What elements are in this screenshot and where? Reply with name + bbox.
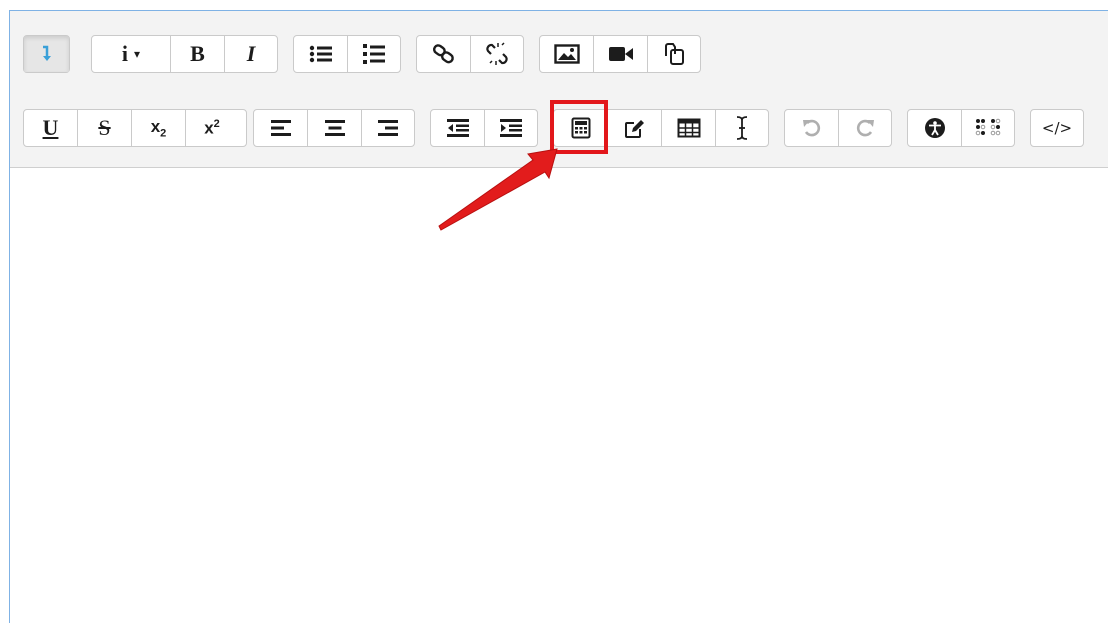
subscript-button[interactable]: x2 xyxy=(132,110,186,146)
braille-icon xyxy=(975,118,1001,138)
insert-media-button[interactable] xyxy=(594,36,648,72)
link-icon xyxy=(432,43,456,65)
strikethrough-icon: S xyxy=(98,115,111,140)
text-cursor-icon xyxy=(735,115,749,141)
insert-group xyxy=(553,109,769,147)
bold-icon: B xyxy=(190,41,205,66)
italic-button[interactable]: I xyxy=(225,36,277,72)
accessibility-group xyxy=(907,109,1015,147)
html-source-button[interactable]: </> xyxy=(1031,110,1083,146)
paragraph-style-icon: i xyxy=(121,41,129,66)
unordered-list-button[interactable] xyxy=(294,36,348,72)
paragraph-style-button[interactable]: i ▾ xyxy=(92,36,171,72)
accessibility-checker-button[interactable] xyxy=(908,110,962,146)
strikethrough-button[interactable]: S xyxy=(78,110,132,146)
link-group xyxy=(416,35,524,73)
editor-toolbar: i ▾ B I U S x2 x2 </> xyxy=(10,11,1108,168)
unlink-button[interactable] xyxy=(471,36,523,72)
html-group: </> xyxy=(1030,109,1084,147)
redo-button[interactable] xyxy=(839,110,891,146)
indent-button[interactable] xyxy=(485,110,537,146)
superscript-icon: x2 xyxy=(204,117,220,138)
ordered-list-icon xyxy=(362,43,386,65)
align-group xyxy=(253,109,415,147)
toolbar-row-2: U S x2 x2 </> xyxy=(10,109,1108,147)
collapse-group xyxy=(23,35,70,73)
subscript-icon: x2 xyxy=(150,116,167,140)
equation-editor-button[interactable] xyxy=(554,110,608,146)
indent-group xyxy=(430,109,538,147)
image-icon xyxy=(553,44,580,64)
link-button[interactable] xyxy=(417,36,471,72)
clear-formatting-button[interactable] xyxy=(716,110,768,146)
outdent-button[interactable] xyxy=(431,110,485,146)
superscript-button[interactable]: x2 xyxy=(186,110,238,146)
toolbar-row-1: i ▾ B I xyxy=(10,35,1108,73)
align-left-icon xyxy=(270,119,292,137)
collapse-arrow-icon xyxy=(41,45,53,63)
outdent-icon xyxy=(446,118,470,138)
align-right-icon xyxy=(377,119,399,137)
align-left-button[interactable] xyxy=(254,110,308,146)
italic-icon: I xyxy=(246,41,256,66)
insert-image-button[interactable] xyxy=(540,36,594,72)
chevron-down-icon: ▾ xyxy=(134,47,141,61)
ordered-list-button[interactable] xyxy=(348,36,400,72)
special-character-button[interactable] xyxy=(608,110,662,146)
list-group xyxy=(293,35,401,73)
undo-button[interactable] xyxy=(785,110,839,146)
history-group xyxy=(784,109,892,147)
collapse-toolbar-button[interactable] xyxy=(24,36,69,72)
undo-icon xyxy=(801,117,823,139)
screenreader-helper-button[interactable] xyxy=(962,110,1014,146)
table-icon xyxy=(677,118,701,138)
bold-button[interactable]: B xyxy=(171,36,225,72)
editor-content-area[interactable] xyxy=(10,168,1108,623)
style-group: i ▾ B I xyxy=(91,35,278,73)
align-center-icon xyxy=(324,119,346,137)
indent-icon xyxy=(499,118,523,138)
underline-button[interactable]: U xyxy=(24,110,78,146)
video-camera-icon xyxy=(608,45,634,63)
code-icon: </> xyxy=(1041,119,1073,137)
text-format-group: U S x2 x2 xyxy=(23,109,247,147)
align-right-button[interactable] xyxy=(362,110,414,146)
copy-files-icon xyxy=(662,42,686,66)
insert-table-button[interactable] xyxy=(662,110,716,146)
editor: i ▾ B I U S x2 x2 </> xyxy=(9,10,1108,623)
media-group xyxy=(539,35,701,73)
accessibility-icon xyxy=(924,117,946,139)
redo-icon xyxy=(854,117,876,139)
align-center-button[interactable] xyxy=(308,110,362,146)
manage-files-button[interactable] xyxy=(648,36,700,72)
calculator-icon xyxy=(571,117,591,139)
unordered-list-icon xyxy=(309,44,333,64)
unlink-icon xyxy=(485,42,509,66)
edit-icon xyxy=(624,117,646,139)
underline-icon: U xyxy=(42,115,59,140)
